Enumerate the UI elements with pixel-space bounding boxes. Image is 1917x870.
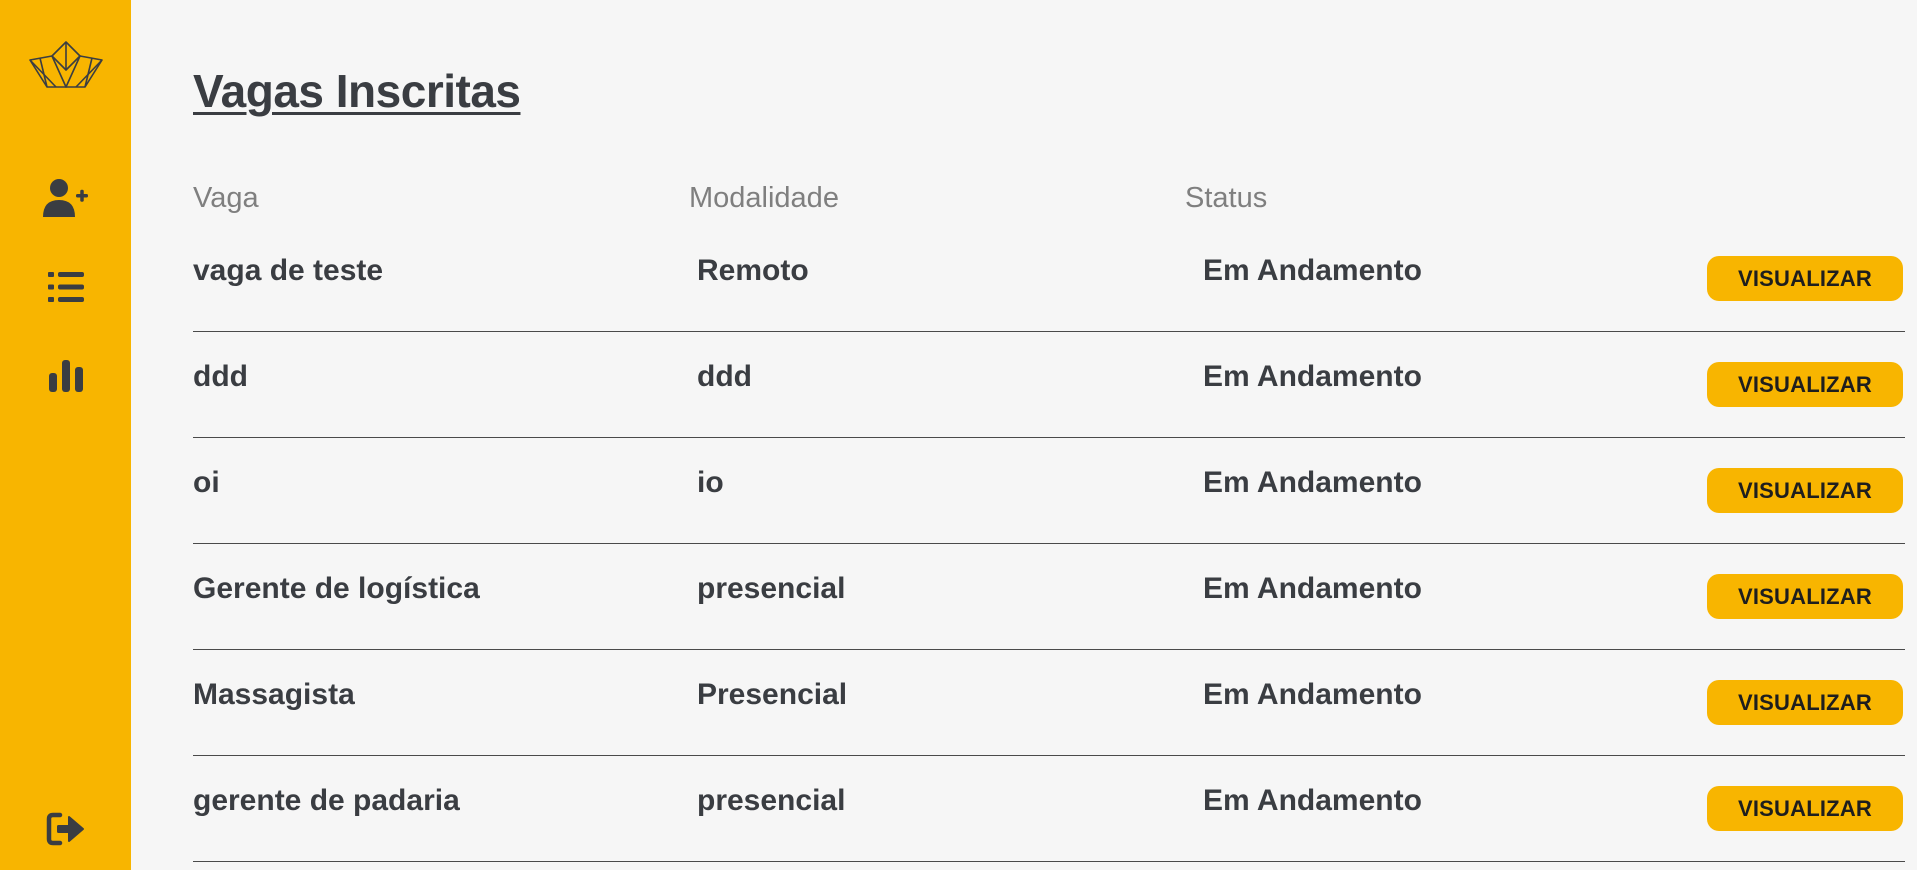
job-title: gerente de padaria xyxy=(193,784,460,817)
app: Vagas Inscritas Vaga Modalidade Status v… xyxy=(0,0,1917,870)
column-header-modalidade: Modalidade xyxy=(689,182,839,214)
view-button[interactable]: VISUALIZAR xyxy=(1707,256,1903,301)
sidebar xyxy=(0,0,131,870)
view-button[interactable]: VISUALIZAR xyxy=(1707,574,1903,619)
job-status: Em Andamento xyxy=(1203,784,1422,817)
column-header-status: Status xyxy=(1185,182,1268,214)
logo-icon[interactable] xyxy=(0,38,131,92)
view-button[interactable]: VISUALIZAR xyxy=(1707,362,1903,407)
bar-chart-icon xyxy=(48,360,83,392)
job-modality: ddd xyxy=(697,360,752,393)
job-title: oi xyxy=(193,466,220,499)
sign-out-icon xyxy=(46,812,84,846)
job-modality: presencial xyxy=(697,572,846,605)
table-row: oi io Em Andamento VISUALIZAR xyxy=(193,438,1905,544)
view-button[interactable]: VISUALIZAR xyxy=(1707,468,1903,513)
job-title: vaga de teste xyxy=(193,254,384,287)
user-plus-icon xyxy=(42,179,88,217)
view-button[interactable]: VISUALIZAR xyxy=(1707,680,1903,725)
table-row: gerente de padaria presencial Em Andamen… xyxy=(193,756,1905,862)
logout-button[interactable] xyxy=(0,811,131,847)
main-content: Vagas Inscritas Vaga Modalidade Status v… xyxy=(131,0,1917,870)
job-modality: presencial xyxy=(697,784,846,817)
table-row: Massagista Presencial Em Andamento VISUA… xyxy=(193,650,1905,756)
job-title: Gerente de logística xyxy=(193,572,480,605)
job-status: Em Andamento xyxy=(1203,678,1422,711)
page-title: Vagas Inscritas xyxy=(193,65,521,117)
view-button[interactable]: VISUALIZAR xyxy=(1707,786,1903,831)
job-modality: Remoto xyxy=(697,254,809,287)
job-modality: Presencial xyxy=(697,678,848,711)
nav-list[interactable] xyxy=(0,266,131,308)
job-status: Em Andamento xyxy=(1203,466,1422,499)
column-header-vaga: Vaga xyxy=(193,182,259,214)
job-status: Em Andamento xyxy=(1203,360,1422,393)
job-status: Em Andamento xyxy=(1203,572,1422,605)
job-status: Em Andamento xyxy=(1203,254,1422,287)
job-title: ddd xyxy=(193,360,248,393)
table-row: vaga de teste Remoto Em Andamento VISUAL… xyxy=(193,226,1905,332)
job-title: Massagista xyxy=(193,678,355,711)
nav-add-user[interactable] xyxy=(0,175,131,221)
job-modality: io xyxy=(697,466,724,499)
list-icon xyxy=(47,272,84,302)
nav-chart[interactable] xyxy=(0,355,131,397)
table-row: Gerente de logística presencial Em Andam… xyxy=(193,544,1905,650)
table-row: ddd ddd Em Andamento VISUALIZAR xyxy=(193,332,1905,438)
